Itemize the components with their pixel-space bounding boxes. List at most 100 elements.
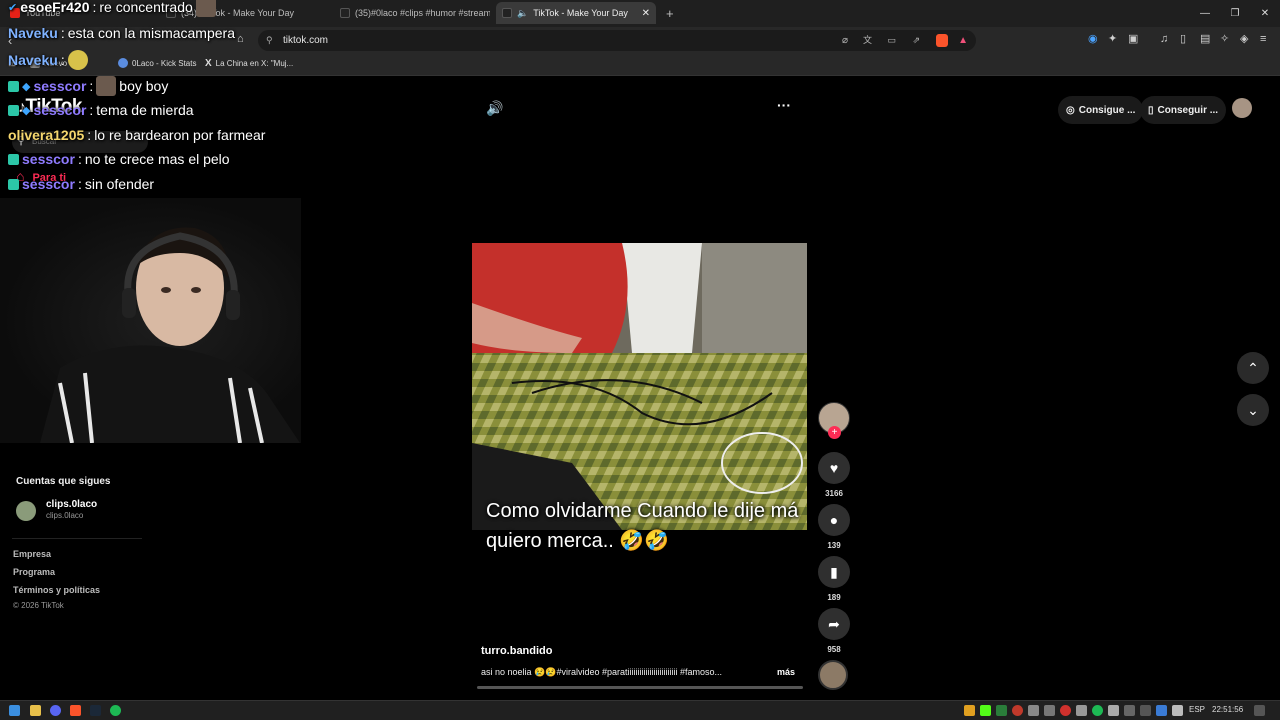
- tray-app-icon[interactable]: [964, 705, 975, 716]
- chat-message: sesscor: sin ofender: [8, 176, 154, 192]
- more-link[interactable]: más: [777, 667, 795, 677]
- tiktok-icon: [502, 8, 512, 18]
- tray-app-icon[interactable]: [1124, 705, 1135, 716]
- reader-icon[interactable]: ⌀: [842, 30, 848, 51]
- music-disc-button[interactable]: [818, 660, 850, 690]
- translate-icon[interactable]: 文: [863, 30, 872, 51]
- x-icon: X: [205, 58, 212, 69]
- tab-tiktok-active[interactable]: 🔈 TikTok - Make Your Day ✕: [496, 2, 656, 24]
- tray-app-icon[interactable]: [1060, 705, 1071, 716]
- more-options-icon[interactable]: ···: [777, 98, 791, 112]
- video-author[interactable]: turro.bandido: [481, 645, 553, 657]
- menu-icon[interactable]: ≡: [1260, 34, 1266, 45]
- extensions-icon[interactable]: ✦: [1108, 34, 1117, 45]
- author-avatar-button[interactable]: +: [818, 402, 850, 439]
- previous-video-button[interactable]: ⌃: [1237, 352, 1269, 384]
- sidebar-icon[interactable]: ▯: [1180, 34, 1186, 45]
- like-action[interactable]: ♥ 3166: [818, 452, 850, 498]
- profile-avatar[interactable]: [1232, 98, 1252, 118]
- wallet-icon[interactable]: ▤: [1200, 34, 1210, 45]
- following-item[interactable]: clips.0laco clips.0laco: [16, 499, 146, 523]
- bookmark-item[interactable]: 0Laco - Kick Stats: [118, 58, 196, 68]
- badge-icon: ◆: [22, 80, 31, 93]
- steam-icon[interactable]: [90, 705, 101, 716]
- explorer-icon[interactable]: [30, 705, 41, 716]
- close-window-icon[interactable]: ✕: [1250, 0, 1280, 27]
- share-icon[interactable]: ⇗: [912, 30, 920, 51]
- badge-icon: ◆: [22, 104, 31, 117]
- footer-link[interactable]: Programa: [13, 567, 55, 577]
- tray-app-icon[interactable]: [1012, 705, 1023, 716]
- close-tab-icon[interactable]: ✕: [642, 8, 650, 19]
- brave-rewards-icon[interactable]: ▲: [958, 30, 968, 51]
- restore-icon[interactable]: ❐: [1220, 0, 1250, 27]
- bookmark-page-icon[interactable]: ⌂: [237, 34, 244, 45]
- audio-icon[interactable]: ◉: [1088, 34, 1098, 45]
- start-icon[interactable]: [9, 705, 20, 716]
- footer-link[interactable]: Términos y políticas: [13, 585, 100, 595]
- spotify-icon[interactable]: [110, 705, 121, 716]
- divider: [12, 538, 142, 539]
- video-player[interactable]: [472, 243, 807, 530]
- brave-shield-icon[interactable]: [936, 34, 948, 47]
- discord-icon[interactable]: [50, 705, 61, 716]
- minimize-icon[interactable]: —: [1190, 0, 1220, 27]
- network-icon[interactable]: [1156, 705, 1167, 716]
- bookmarks-bar: ⊞ Nuevo T... 0Laco - Kick Stats X La Chin…: [0, 54, 1280, 76]
- brave-icon[interactable]: [70, 705, 81, 716]
- notifications-icon[interactable]: [1254, 705, 1265, 716]
- tray-app-icon[interactable]: [1076, 705, 1087, 716]
- kick-stats-icon: [118, 58, 128, 68]
- taskbar: ESP 22:51:56: [0, 700, 1280, 720]
- tray-app-icon[interactable]: [1140, 705, 1151, 716]
- subscriber-badge-icon: [8, 80, 19, 92]
- screenshot-icon[interactable]: ▣: [1128, 34, 1138, 45]
- chat-message: Naveku:: [8, 50, 88, 70]
- tray-app-icon[interactable]: [1092, 705, 1103, 716]
- tab-tiktok-3[interactable]: (35)#0laco #clips #humor #stream #: [334, 2, 490, 24]
- share-arrow-icon[interactable]: ➦: [818, 608, 850, 640]
- volume-icon[interactable]: 🔊: [486, 101, 503, 115]
- share-action[interactable]: ➦ 958: [818, 608, 850, 654]
- language-indicator[interactable]: ESP: [1189, 705, 1205, 714]
- chat-message: olivera1205: lo re bardearon por farmear: [8, 127, 266, 143]
- comment-icon[interactable]: ●: [818, 504, 850, 536]
- tray-app-icon[interactable]: [980, 705, 991, 716]
- site-info-icon[interactable]: ⚲: [266, 30, 273, 51]
- vpn-icon[interactable]: ◈: [1240, 34, 1248, 45]
- music-icon[interactable]: ♫: [1160, 34, 1168, 45]
- chevron-up-icon: ⌃: [1247, 359, 1259, 376]
- following-title: Cuentas que sigues: [16, 476, 111, 487]
- get-app-button[interactable]: ▯ Conseguir ...: [1140, 96, 1227, 124]
- screen: { "browser":{ "tabs":[ {"label":"YouTube…: [0, 0, 1280, 720]
- url-input[interactable]: ⚲ tiktok.com ⌀ 文 ▭ ⇗ ▲: [258, 30, 976, 51]
- cast-icon[interactable]: ▭: [887, 30, 896, 51]
- bookmark-icon[interactable]: ▮: [818, 556, 850, 588]
- tray-app-icon[interactable]: [996, 705, 1007, 716]
- chat-message: Naveku: esta con la mismacampera: [8, 25, 235, 41]
- next-video-button[interactable]: ⌄: [1237, 394, 1269, 426]
- get-coins-button[interactable]: ◎ Consigue ...: [1058, 96, 1144, 124]
- tray-app-icon[interactable]: [1028, 705, 1039, 716]
- phone-icon: ▯: [1148, 104, 1154, 116]
- speaker-icon: 🔈: [517, 7, 529, 18]
- verified-icon: ✔: [8, 1, 18, 14]
- new-tab-button[interactable]: +: [660, 2, 680, 24]
- footer-link[interactable]: Empresa: [13, 549, 51, 559]
- tray-app-icon[interactable]: [1044, 705, 1055, 716]
- emote-icon: [195, 0, 216, 17]
- save-action[interactable]: ▮ 189: [818, 556, 850, 602]
- streamer-illustration: [40, 227, 300, 443]
- video-progress-bar[interactable]: [477, 686, 803, 689]
- video-description: asi no noelia 😢😢#viralvideo #paratiiiiii…: [481, 667, 723, 677]
- follow-plus-icon[interactable]: +: [828, 426, 841, 439]
- leo-ai-icon[interactable]: ✧: [1220, 34, 1229, 45]
- emote-icon: [67, 50, 88, 70]
- comment-action[interactable]: ● 139: [818, 504, 850, 550]
- microphone-icon[interactable]: [1108, 705, 1119, 716]
- volume-tray-icon[interactable]: [1172, 705, 1183, 716]
- subscriber-badge-icon: [8, 153, 19, 165]
- heart-icon[interactable]: ♥: [818, 452, 850, 484]
- bookmark-item[interactable]: X La China en X: "Muj...: [205, 58, 293, 69]
- clock[interactable]: 22:51:56: [1212, 705, 1243, 714]
